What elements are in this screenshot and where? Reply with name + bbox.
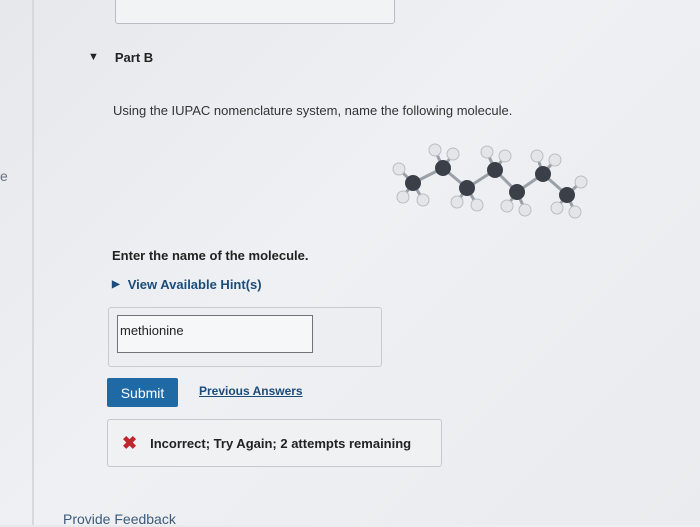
molecule-ball-and-stick-icon	[392, 143, 588, 219]
prompt-text: Enter the name of the molecule.	[112, 248, 309, 263]
cropped-edge-text: e	[0, 168, 8, 184]
feedback-message: ✖ Incorrect; Try Again; 2 attempts remai…	[107, 419, 442, 467]
molecule-name-input[interactable]	[117, 315, 313, 353]
hydrogen-atoms	[392, 143, 588, 219]
part-title: Part B	[114, 50, 154, 65]
caret-right-icon: ▶	[112, 279, 120, 290]
previous-answers-link[interactable]: Previous Answers	[199, 384, 303, 398]
incorrect-x-icon: ✖	[122, 432, 138, 453]
left-margin-rule	[32, 0, 34, 525]
part-header[interactable]: ▼ Part B	[88, 50, 153, 65]
caret-down-icon[interactable]: ▼	[88, 51, 99, 63]
answer-panel	[108, 307, 382, 367]
feedback-text: Incorrect; Try Again; 2 attempts remaini…	[150, 435, 412, 451]
question-text: Using the IUPAC nomenclature system, nam…	[113, 103, 513, 118]
submit-button[interactable]: Submit	[107, 378, 178, 407]
previous-part-box	[115, 0, 395, 24]
view-hints-label: View Available Hint(s)	[127, 277, 262, 292]
view-hints-link[interactable]: ▶ View Available Hint(s)	[112, 277, 262, 292]
